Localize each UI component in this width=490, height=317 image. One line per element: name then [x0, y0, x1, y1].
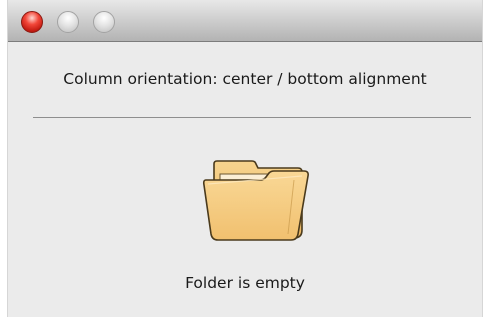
app-window: Column orientation: center / bottom alig… [7, 0, 483, 317]
divider [33, 117, 471, 118]
column-orientation-label: Column orientation: center / bottom alig… [63, 70, 427, 88]
folder-icon [194, 150, 312, 246]
zoom-button[interactable] [93, 11, 115, 33]
minimize-button[interactable] [57, 11, 79, 33]
title-bar[interactable] [8, 0, 482, 42]
close-button[interactable] [21, 11, 43, 33]
window-content: Column orientation: center / bottom alig… [8, 42, 482, 317]
empty-folder-message: Folder is empty [185, 274, 305, 292]
